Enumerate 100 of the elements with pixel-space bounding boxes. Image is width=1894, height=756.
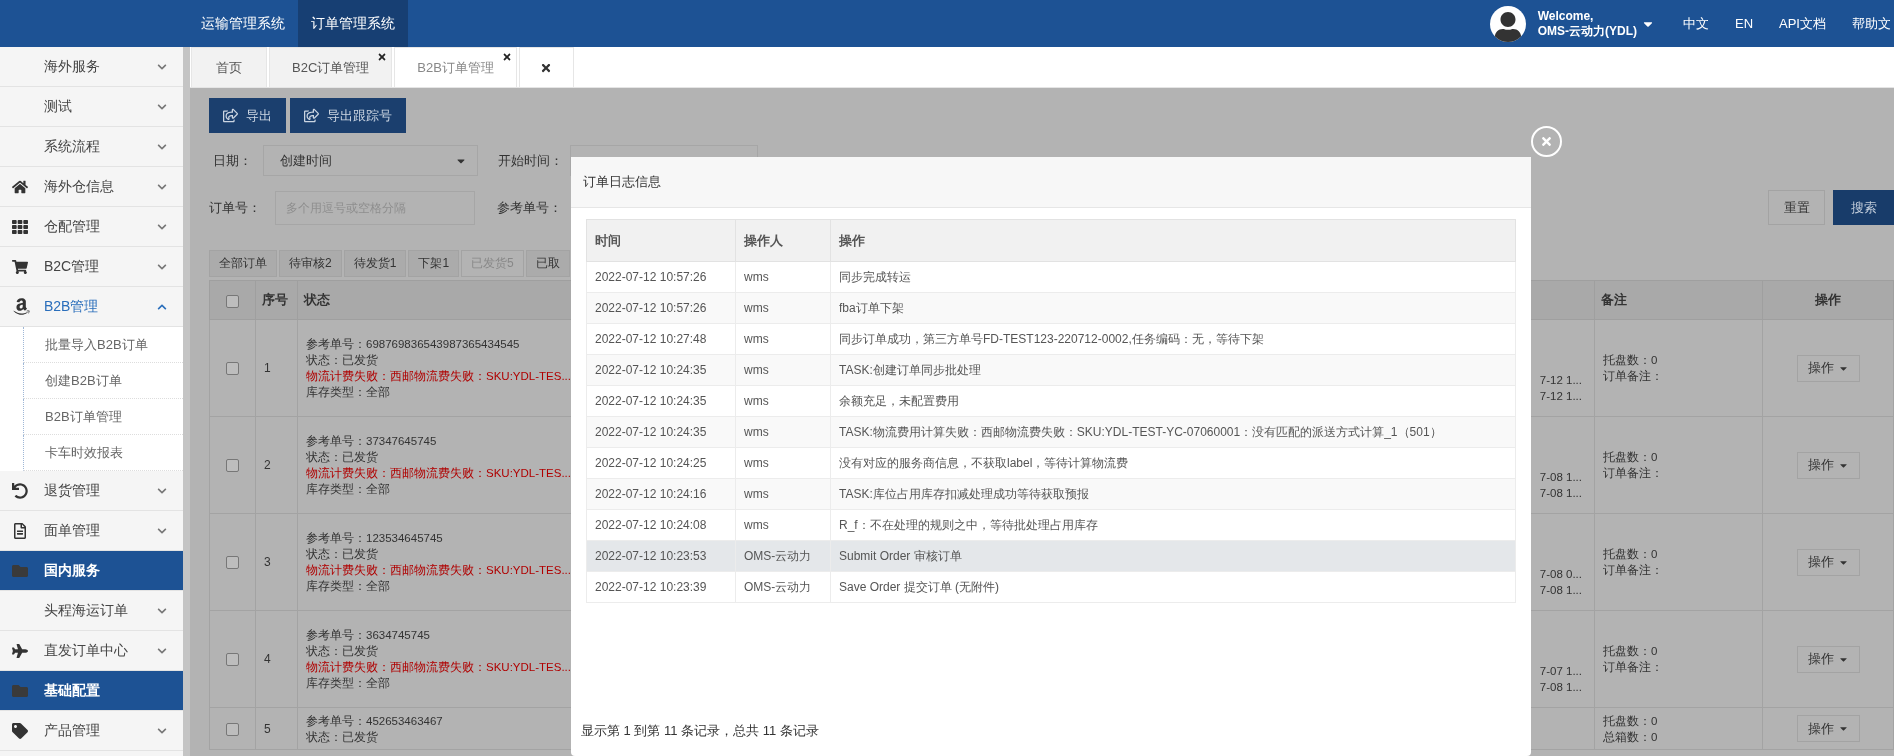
table-cell: wms <box>735 447 831 479</box>
error-text: 物流计费失败：西邮物流费失败：SKU:YDL-TES... <box>306 466 572 481</box>
system-tab[interactable]: 运输管理系统 <box>188 0 298 47</box>
table-cell: 2022-07-12 10:24:16 <box>586 478 736 510</box>
field-label: 订单号： <box>209 198 262 217</box>
table-cell: 2022-07-12 10:23:53 <box>586 540 736 572</box>
table-cell: wms <box>735 385 831 417</box>
table-cell: 2022-07-12 10:24:08 <box>586 509 736 541</box>
table-cell: wms <box>735 478 831 510</box>
page-tab[interactable]: B2B订单管理 <box>394 47 517 87</box>
table-cell: 2022-07-12 10:24:35 <box>586 416 736 448</box>
top-link[interactable]: API文档 <box>1779 14 1826 33</box>
undo-icon <box>12 482 28 499</box>
avatar-icon[interactable] <box>1489 5 1526 42</box>
folder-icon <box>12 562 28 579</box>
checkbox[interactable] <box>226 362 239 376</box>
close-icon <box>540 61 553 74</box>
info-text: 库存类型：全部 <box>306 482 391 497</box>
export-button[interactable]: 导出跟踪号 <box>290 98 406 133</box>
cell-text: 订单备注： <box>1603 660 1664 675</box>
error-text: 物流计费失败：西邮物流费失败：SKU:YDL-TES... <box>306 369 572 384</box>
cell-text: 7-08 1... <box>1539 680 1582 695</box>
close-icon[interactable] <box>377 52 388 62</box>
table-cell: 2022-07-12 10:57:26 <box>586 261 736 293</box>
info-text: 状态：已发货 <box>306 353 379 368</box>
checkbox[interactable] <box>226 653 239 667</box>
plane-icon <box>12 642 28 659</box>
table-cell: wms <box>735 292 831 324</box>
table-cell: 2022-07-12 10:24:35 <box>586 385 736 417</box>
cell-text: 订单备注： <box>1603 369 1664 384</box>
column-header: 操作人 <box>735 219 831 262</box>
user-menu[interactable]: Welcome, OMS-云动力(YDL) <box>1537 8 1655 39</box>
info-text: 参考单号：3634745745 <box>306 628 431 643</box>
table-cell: 同步订单成功，第三方单号FD-TEST123-220712-0002,任务编码：无，等待下架 <box>830 323 1516 355</box>
table-cell: OMS-云动力 <box>735 571 831 603</box>
table-cell: wms <box>735 354 831 386</box>
checkbox[interactable] <box>226 459 239 473</box>
cell-text: 托盘数：0 <box>1603 713 1659 729</box>
checkbox[interactable] <box>226 294 239 308</box>
close-icon <box>1540 135 1553 148</box>
share-icon <box>304 108 319 123</box>
sidebar-subitem[interactable]: 批量导入B2B订单 <box>23 327 183 363</box>
cell-text: 托盘数：0 <box>1603 547 1659 562</box>
cell-text: 托盘数：0 <box>1603 353 1659 368</box>
table-cell: 2022-07-12 10:57:26 <box>586 292 736 324</box>
info-text: 状态：已发货 <box>306 644 379 659</box>
system-tab[interactable]: 订单管理系统 <box>298 0 408 47</box>
sidebar-group-header[interactable]: 国内服务 <box>0 551 183 591</box>
folder-icon <box>12 682 28 699</box>
cart-icon <box>12 258 28 275</box>
status-tab[interactable]: 待发货1 <box>343 250 407 277</box>
field-label: 开始时间： <box>498 151 564 170</box>
table-cell: OMS-云动力 <box>735 540 831 572</box>
status-tab[interactable]: 全部订单 <box>209 250 277 277</box>
status-tab[interactable]: 待审核2 <box>279 250 342 277</box>
table-cell: 2022-07-12 10:24:25 <box>586 447 736 479</box>
search-button[interactable]: 搜索 <box>1833 190 1894 225</box>
grid-icon <box>12 218 28 235</box>
checkbox[interactable] <box>226 556 239 570</box>
top-link[interactable]: 中文 <box>1682 14 1709 33</box>
tag-icon <box>12 722 28 739</box>
close-all-tab[interactable] <box>518 47 574 87</box>
info-text: 参考单号：698769836543987365434545 <box>306 337 521 352</box>
actions-dropdown[interactable]: 操作 <box>1796 715 1860 742</box>
table-cell: 余额充足，未配置费用 <box>830 385 1516 417</box>
cell-text: 7-12 1... <box>1539 389 1582 404</box>
cell-text: 7-07 1... <box>1539 664 1582 679</box>
top-link[interactable]: EN <box>1734 16 1754 31</box>
column-header: 时间 <box>586 219 736 262</box>
error-text: 物流计费失败：西邮物流费失败：SKU:YDL-TES... <box>306 563 572 578</box>
export-button[interactable]: 导出 <box>209 98 286 133</box>
top-link[interactable]: 帮助文 <box>1852 14 1891 33</box>
info-text: 状态：已发货 <box>306 729 379 745</box>
reset-button[interactable]: 重置 <box>1768 190 1825 225</box>
column-header: 操作 <box>830 219 1516 262</box>
sidebar-subitem[interactable]: 创建B2B订单 <box>23 363 183 399</box>
actions-dropdown[interactable]: 操作 <box>1796 354 1860 382</box>
sidebar-group-header[interactable]: 基础配置 <box>0 671 183 711</box>
cell-text: 托盘数：0 <box>1603 644 1659 659</box>
sidebar-subitem[interactable]: B2B订单管理 <box>23 399 183 435</box>
date-type-select[interactable]: 创建时间 <box>263 145 478 176</box>
cell-text: 订单备注： <box>1603 466 1664 481</box>
info-text: 参考单号：452653463467 <box>306 713 444 729</box>
actions-dropdown[interactable]: 操作 <box>1796 645 1860 673</box>
info-text: 库存类型：全部 <box>306 579 391 594</box>
table-cell: 2022-07-12 10:23:39 <box>586 571 736 603</box>
page-tab[interactable]: B2C订单管理 <box>269 47 393 87</box>
close-button[interactable] <box>1531 126 1562 157</box>
table-cell: 2 <box>255 416 298 514</box>
page-tab[interactable]: 首页 <box>191 47 267 87</box>
letter-a-icon <box>12 297 31 316</box>
actions-dropdown[interactable]: 操作 <box>1796 451 1860 479</box>
share-icon <box>223 108 238 123</box>
status-tab[interactable]: 已取 <box>525 250 570 277</box>
cell-text: 托盘数：0 <box>1603 450 1659 465</box>
checkbox[interactable] <box>226 722 239 736</box>
actions-dropdown[interactable]: 操作 <box>1796 548 1860 576</box>
close-icon[interactable] <box>501 52 512 62</box>
table-cell: 2022-07-12 10:24:35 <box>586 354 736 386</box>
status-tab[interactable]: 下架1 <box>408 250 460 277</box>
